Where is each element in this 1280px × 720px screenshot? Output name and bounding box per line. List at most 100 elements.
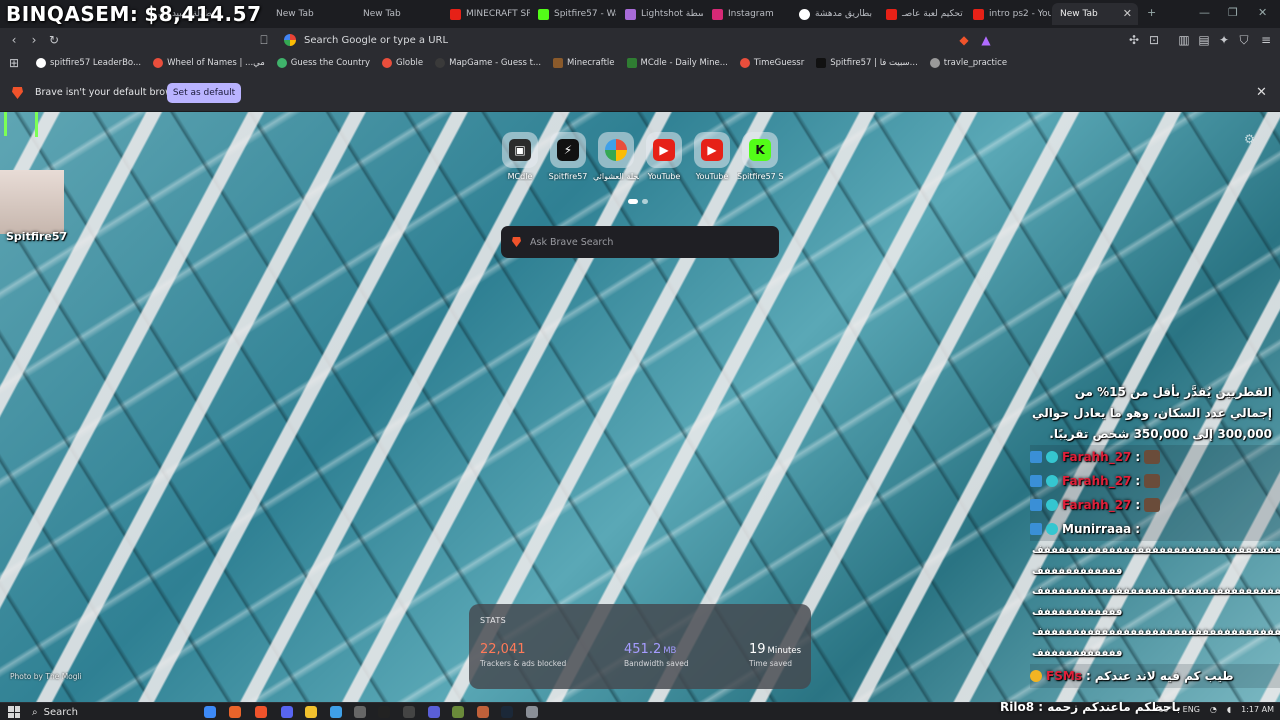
tab-new-tab-1[interactable]: New Tab	[268, 3, 354, 25]
reload-icon[interactable]: ↻	[46, 32, 62, 48]
bookmark-wheel-of-names[interactable]: Wheel of Names | ...مي	[153, 58, 265, 68]
bookmark-guess-the-country[interactable]: Guess the Country	[276, 58, 370, 68]
bookmark-globle[interactable]: Globle	[381, 58, 423, 68]
brave-shields-icon[interactable]: ◆	[956, 32, 972, 48]
topsite-spitfire57[interactable]: ⚡ Spitfire57	[545, 132, 591, 181]
tab-new-tab-active[interactable]: New Tab ✕	[1052, 3, 1138, 25]
topsite-youtube-2[interactable]: ▶ YouTube	[689, 132, 735, 181]
chat-spam-line: ففففففففففففففففففففففففففففففففففففففف	[1032, 586, 1280, 597]
screenshot-icon[interactable]: ⊡	[1146, 32, 1162, 48]
window-close-icon[interactable]: ✕	[1258, 6, 1267, 19]
lightning-icon: ⚡	[557, 139, 579, 161]
leo-ai-icon[interactable]: ✦	[1216, 32, 1232, 48]
brave-icon[interactable]	[255, 706, 267, 718]
address-bar[interactable]: Search Google or type a URL	[278, 30, 1000, 50]
topsite-tile: ⚡	[550, 132, 586, 168]
clock[interactable]: 1:17 AM	[1241, 705, 1274, 714]
bookmark-mcdle[interactable]: MCdle - Daily Mine...	[626, 58, 728, 68]
calculator-icon[interactable]	[526, 706, 538, 718]
tab-amazing-penguins[interactable]: بطاريق مدهشة	[791, 3, 877, 25]
wifi-icon[interactable]: ◔	[1210, 705, 1217, 714]
emote-icon	[1144, 450, 1161, 464]
minecraft-icon[interactable]	[452, 706, 464, 718]
vscode-icon[interactable]	[330, 706, 342, 718]
topsite-mcdle[interactable]: ▣ MCdle	[497, 132, 543, 181]
brave-rewards-icon[interactable]: ▲	[978, 32, 994, 48]
tab-game-judging[interactable]: تحكيم لعبة عاصـ	[878, 3, 964, 25]
gift-badge-icon	[1030, 670, 1042, 682]
new-tab-plus-icon[interactable]: +	[1147, 6, 1156, 19]
topsite-tile: ▣	[502, 132, 538, 168]
photo-credit[interactable]: Photo by The Mogli	[10, 672, 82, 681]
set-as-default-button[interactable]: Set as default	[167, 83, 241, 103]
topsite-label: Spitfire57	[548, 172, 588, 181]
chat-separator: :	[1135, 498, 1141, 512]
address-placeholder: Search Google or type a URL	[304, 34, 449, 46]
infobar-message: Brave isn't your default browser	[35, 87, 188, 98]
chat-spam-line: فففففففففففف	[1032, 606, 1123, 618]
tab-instagram[interactable]: Instagram	[704, 3, 790, 25]
obs-icon[interactable]	[403, 706, 415, 718]
topsite-youtube-1[interactable]: ▶ YouTube	[641, 132, 687, 181]
subscriber-badge-icon	[1030, 499, 1042, 511]
bandwidth-value: 451.2	[624, 642, 662, 657]
apps-grid-icon[interactable]: ⊞	[6, 55, 22, 71]
gear-icon[interactable]: ⚙	[1244, 132, 1258, 146]
discord-icon[interactable]	[281, 706, 293, 718]
brave-search-box[interactable]: Ask Brave Search	[501, 226, 779, 258]
topsite-label: MCdle	[507, 172, 533, 181]
tab-title: intro ps2 - You	[989, 9, 1051, 19]
bookmark-mapgame[interactable]: MapGame - Guess t...	[435, 58, 541, 68]
bookmark-travle-practice[interactable]: travle_practice	[929, 58, 1007, 68]
minimize-icon[interactable]: —	[1199, 6, 1210, 19]
chat-row: Farahh_27:	[1030, 445, 1280, 469]
bookmark-spitfire-leaderboard[interactable]: spitfire57 LeaderBo...	[36, 58, 141, 68]
bookmark-spitfire57[interactable]: Spitfire57 | سبيت فا...	[816, 58, 918, 68]
app-icon[interactable]	[354, 706, 366, 718]
sidebar-icon[interactable]: ▥	[1176, 32, 1192, 48]
pager-dot[interactable]	[642, 199, 648, 204]
verified-badge-icon	[1046, 499, 1058, 511]
tab-new-tab-2[interactable]: New Tab	[355, 3, 441, 25]
topsites-pager[interactable]	[628, 199, 648, 204]
copilot-icon[interactable]	[204, 706, 216, 718]
vpn-icon[interactable]: ⛉	[1236, 32, 1252, 48]
back-icon[interactable]: ‹	[6, 32, 22, 48]
app-icon[interactable]	[428, 706, 440, 718]
tab-spitfire57[interactable]: Spitfire57 - Wa	[530, 3, 616, 25]
language-indicator[interactable]: ENG	[1183, 705, 1200, 714]
tab-intro-ps2[interactable]: intro ps2 - You	[965, 3, 1051, 25]
bookmark-minecraftle[interactable]: Minecraftle	[553, 58, 615, 68]
topsite-label: عجلة العشوائي	[593, 172, 639, 181]
topsite-tile: ▶	[646, 132, 682, 168]
volume-icon[interactable]: ◖	[1227, 705, 1231, 714]
wallet-icon[interactable]: ▤	[1196, 32, 1212, 48]
bookmark-label: MCdle - Daily Mine...	[640, 58, 728, 68]
bookmark-label: Minecraftle	[567, 58, 615, 68]
restore-icon[interactable]: ❐	[1228, 6, 1238, 19]
lightning-icon	[816, 58, 827, 68]
tab-minecraft[interactable]: MINECRAFT SP	[442, 3, 530, 25]
menu-icon[interactable]: ≡	[1258, 32, 1274, 48]
bookmark-timeguessr[interactable]: TimeGuessr	[739, 58, 804, 68]
pager-dot-active[interactable]	[628, 199, 638, 204]
steam-icon[interactable]	[501, 706, 513, 718]
verified-badge-icon	[1046, 451, 1058, 463]
firefox-icon[interactable]	[229, 706, 241, 718]
capcut-icon[interactable]	[378, 706, 390, 718]
emote-icon	[1144, 498, 1161, 512]
taskbar-search[interactable]: ⌕ Search	[28, 704, 162, 720]
extensions-icon[interactable]: ✣	[1126, 32, 1142, 48]
bookmark-icon[interactable]: ⎕	[256, 32, 272, 48]
topsite-random-wheel[interactable]: عجلة العشوائي	[593, 132, 639, 181]
forward-icon[interactable]: ›	[26, 32, 42, 48]
app-icon[interactable]	[477, 706, 489, 718]
windows-start-icon[interactable]	[8, 706, 20, 718]
close-infobar-icon[interactable]: ✕	[1256, 85, 1267, 100]
bandwidth-caption: Bandwidth saved	[624, 659, 689, 668]
folder-icon[interactable]	[305, 706, 317, 718]
topsite-spitfire57-kick[interactable]: K Spitfire57 S...	[737, 132, 783, 181]
close-tab-icon[interactable]: ✕	[1123, 7, 1132, 20]
tab-title: New Tab	[1060, 9, 1098, 19]
tab-lightshot[interactable]: Lightshot سطة	[617, 3, 703, 25]
